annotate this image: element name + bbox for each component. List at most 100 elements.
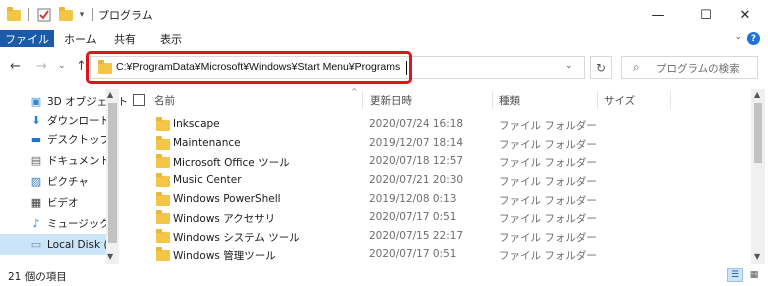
search-icon: ⌕ — [633, 60, 640, 74]
sidebar-item-3d-objects[interactable]: ▣ 3D オブジェクト — [0, 91, 128, 112]
download-icon: ⬇ — [31, 114, 41, 127]
folder-icon — [156, 210, 170, 224]
details-view-icon[interactable]: ☰ — [727, 268, 743, 282]
ribbon-expand-icon[interactable]: ⌄ — [734, 32, 742, 42]
help-icon[interactable]: ? — [747, 32, 760, 45]
ribbon-tabs: ファイル ホーム 共有 表示 ⌄ ? — [0, 30, 768, 47]
list-item[interactable]: Inkscape 2020/07/24 16:18 ファイル フォルダー — [122, 115, 742, 134]
sidebar-item-documents[interactable]: ▤ ドキュメント — [0, 150, 110, 171]
list-item[interactable]: Microsoft Office ツール 2020/07/18 12:57 ファ… — [122, 152, 742, 171]
column-header-type[interactable]: 種類 — [499, 93, 520, 108]
file-type: ファイル フォルダー — [499, 250, 597, 262]
file-type: ファイル フォルダー — [499, 232, 597, 244]
file-type: ファイル フォルダー — [499, 195, 597, 207]
file-date: 2020/07/24 16:18 — [369, 118, 464, 130]
column-divider[interactable] — [597, 91, 598, 109]
file-type: ファイル フォルダー — [499, 176, 597, 188]
minimize-button[interactable]: — — [635, 0, 681, 30]
address-path[interactable]: C:¥ProgramData¥Microsoft¥Windows¥Start M… — [116, 61, 400, 73]
divider — [92, 8, 93, 21]
properties-icon[interactable] — [36, 7, 52, 23]
scrollbar-thumb[interactable] — [108, 103, 117, 243]
file-list-scrollbar[interactable]: ▲ ▼ — [751, 89, 765, 264]
sidebar-scrollbar[interactable]: ▲ ▼ — [106, 89, 119, 264]
file-type: ファイル フォルダー — [499, 120, 597, 132]
column-header-name[interactable]: 名前 — [154, 93, 175, 108]
music-icon: ♪ — [32, 217, 40, 230]
file-date: 2020/07/17 0:51 — [369, 211, 457, 223]
pictures-icon: ▨ — [30, 175, 42, 188]
sidebar-item-label: ダウンロード — [47, 115, 110, 127]
tab-view[interactable]: 表示 — [160, 31, 182, 47]
back-icon[interactable]: ← — [10, 59, 21, 74]
list-item[interactable]: Music Center 2020/07/21 20:30 ファイル フォルダー — [122, 171, 742, 190]
tab-share[interactable]: 共有 — [114, 31, 136, 47]
column-divider[interactable] — [362, 91, 363, 109]
new-folder-icon[interactable] — [58, 6, 74, 23]
file-name: Microsoft Office ツール — [173, 157, 290, 169]
sort-indicator-icon: ^ — [351, 87, 358, 96]
select-all-checkbox[interactable] — [133, 94, 145, 106]
list-item[interactable]: Windows アクセサリ 2020/07/17 0:51 ファイル フォルダー — [122, 208, 742, 227]
large-icons-view-icon[interactable]: ▦ — [746, 268, 762, 282]
tab-home[interactable]: ホーム — [64, 31, 97, 47]
sidebar-item-label: ピクチャ — [47, 176, 89, 188]
text-cursor — [406, 61, 407, 75]
status-bar: 21 個の項目 ☰ ▦ — [0, 264, 768, 286]
folder-icon — [156, 229, 170, 243]
item-count: 21 個の項目 — [8, 271, 67, 283]
sidebar-item-videos[interactable]: ▦ ビデオ — [0, 192, 106, 213]
column-header-date[interactable]: 更新日時 — [370, 93, 412, 108]
quick-access-dropdown-icon[interactable]: ▾ — [77, 7, 87, 23]
sidebar-item-label: Local Disk (C — [47, 238, 115, 251]
file-name: Maintenance — [173, 137, 241, 149]
sidebar-item-label: ビデオ — [47, 197, 79, 209]
navigation-bar: ← → ⌄ ↑ C:¥ProgramData¥Microsoft¥Windows… — [0, 47, 768, 89]
scroll-down-icon[interactable]: ▼ — [754, 252, 760, 261]
sidebar-item-label: ミュージック — [47, 218, 110, 230]
file-date: 2020/07/21 20:30 — [369, 174, 464, 186]
scrollbar-thumb[interactable] — [754, 103, 762, 163]
list-item[interactable]: Windows システム ツール 2020/07/15 22:17 ファイル フ… — [122, 227, 742, 246]
scroll-up-icon[interactable]: ▲ — [754, 90, 760, 99]
file-date: 2020/07/18 12:57 — [369, 155, 464, 167]
folder-icon — [156, 154, 170, 168]
videos-icon: ▦ — [30, 196, 42, 209]
refresh-button[interactable]: ↻ — [590, 56, 612, 79]
column-divider[interactable] — [492, 91, 493, 109]
list-item[interactable]: Maintenance 2019/12/07 18:14 ファイル フォルダー — [122, 134, 742, 153]
file-name: Windows アクセサリ — [173, 213, 276, 225]
file-type: ファイル フォルダー — [499, 139, 597, 151]
file-date: 2019/12/07 18:14 — [369, 137, 464, 149]
sidebar-item-music[interactable]: ♪ ミュージック — [0, 213, 109, 234]
forward-icon[interactable]: → — [36, 59, 47, 74]
folder-icon[interactable] — [6, 6, 22, 23]
sidebar-item-desktop[interactable]: ▬ デスクトップ — [0, 129, 110, 150]
sidebar-item-label: ドキュメント — [47, 155, 110, 167]
navigation-pane: ▣ 3D オブジェクト ⬇ ダウンロード ▬ デスクトップ ▤ ドキュメント ▨… — [0, 89, 128, 264]
scroll-up-icon[interactable]: ▲ — [107, 90, 113, 99]
folder-icon — [156, 192, 170, 206]
folder-icon — [156, 173, 170, 187]
local-disk-icon: ▭ — [30, 238, 42, 251]
list-item[interactable]: Windows 管理ツール 2020/07/17 0:51 ファイル フォルダー — [122, 245, 742, 264]
sidebar-item-local-disk[interactable]: ▭ Local Disk (C — [0, 234, 115, 255]
divider — [28, 8, 29, 21]
documents-icon: ▤ — [30, 154, 42, 167]
folder-icon — [156, 247, 170, 261]
address-dropdown-icon[interactable]: ⌄ — [565, 61, 573, 71]
column-header-size[interactable]: サイズ — [604, 93, 635, 108]
close-button[interactable]: ✕ — [722, 0, 768, 30]
recent-locations-icon[interactable]: ⌄ — [58, 61, 66, 71]
file-date: 2020/07/17 0:51 — [369, 248, 457, 260]
tab-file[interactable]: ファイル — [0, 30, 54, 47]
scroll-down-icon[interactable]: ▼ — [107, 252, 113, 261]
sidebar-item-pictures[interactable]: ▨ ピクチャ — [0, 171, 106, 192]
list-item[interactable]: Windows PowerShell 2019/12/08 0:13 ファイル … — [122, 190, 742, 209]
column-headers: ^ 名前 更新日時 種類 サイズ — [122, 87, 752, 111]
column-divider[interactable] — [670, 91, 671, 109]
sidebar-item-downloads[interactable]: ⬇ ダウンロード — [0, 110, 110, 131]
folder-icon — [98, 60, 112, 74]
search-input[interactable]: ⌕ プログラムの検索 — [621, 56, 758, 79]
file-type: ファイル フォルダー — [499, 213, 597, 225]
